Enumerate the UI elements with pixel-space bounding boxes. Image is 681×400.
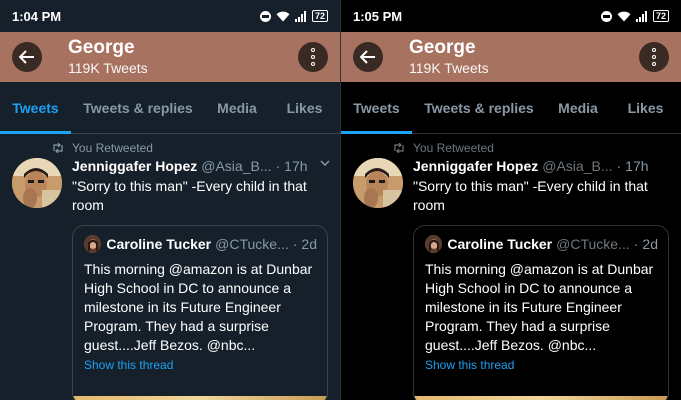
- more-options-button[interactable]: [298, 42, 328, 72]
- wifi-icon: [617, 11, 631, 21]
- tab-tweets-replies[interactable]: Tweets & replies: [412, 82, 546, 133]
- tweet-handle[interactable]: @Asia_B...: [201, 156, 271, 176]
- status-bar: 1:04 PM 72: [0, 0, 340, 32]
- retweet-indicator: You Retweeted: [341, 134, 681, 156]
- signal-icon: [635, 10, 648, 22]
- profile-tabs: Tweets Tweets & replies Media Likes: [341, 82, 681, 134]
- more-vertical-icon: [652, 48, 656, 52]
- signal-icon: [294, 10, 307, 22]
- tweet-author[interactable]: Jenniggafer Hopez: [413, 156, 538, 176]
- status-time: 1:05 PM: [353, 8, 403, 24]
- quote-time: 2d: [301, 236, 317, 252]
- tab-likes[interactable]: Likes: [269, 82, 340, 133]
- back-arrow-icon: [360, 50, 375, 64]
- tweet-header: Jenniggafer Hopez @Asia_B... · 17h: [413, 156, 649, 176]
- wifi-icon: [276, 11, 290, 21]
- retweet-icon: [394, 143, 404, 153]
- screen-dim: 1:04 PM 72 George 119K Tweets Tweets Twe…: [0, 0, 340, 400]
- back-arrow-icon: [19, 50, 34, 64]
- quoted-tweet[interactable]: Caroline Tucker @CTucke... · 2d This mor…: [413, 225, 669, 400]
- back-button[interactable]: [12, 42, 42, 72]
- profile-name: George: [68, 37, 135, 58]
- battery-icon: 72: [311, 10, 328, 22]
- status-time: 1:04 PM: [12, 8, 62, 24]
- status-bar: 1:05 PM 72: [341, 0, 681, 32]
- tweet-text: "Sorry to this man" -Every child in that…: [72, 178, 307, 213]
- tweet-header: Jenniggafer Hopez @Asia_B... · 17h: [72, 156, 308, 176]
- retweet-indicator: You Retweeted: [0, 134, 340, 156]
- header-titles: George 119K Tweets: [409, 37, 639, 77]
- back-button[interactable]: [353, 42, 383, 72]
- tweet-count: 119K Tweets: [68, 60, 148, 76]
- quote-avatar: [425, 235, 443, 253]
- tab-likes[interactable]: Likes: [610, 82, 681, 133]
- profile-name: George: [409, 37, 476, 58]
- dnd-icon: [600, 10, 612, 22]
- tab-tweets[interactable]: Tweets: [341, 82, 412, 134]
- author-avatar[interactable]: [353, 158, 403, 208]
- quote-media-preview[interactable]: [73, 396, 327, 400]
- more-vertical-icon: [311, 48, 315, 52]
- tweet-count: 119K Tweets: [409, 60, 489, 76]
- screen-black: 1:05 PM 72 George 119K Tweets Tweets Twe…: [341, 0, 681, 400]
- quote-author[interactable]: Caroline Tucker: [106, 234, 211, 254]
- show-thread-link[interactable]: Show this thread: [425, 358, 658, 372]
- tab-tweets[interactable]: Tweets: [0, 82, 71, 134]
- tweet[interactable]: Jenniggafer Hopez @Asia_B... · 17h "Sorr…: [0, 156, 340, 400]
- quote-text: This morning @amazon is at Dunbar High S…: [425, 261, 654, 353]
- quote-header: Caroline Tucker @CTucke... · 2d: [84, 234, 317, 254]
- quote-author[interactable]: Caroline Tucker: [447, 234, 552, 254]
- profile-header: George 119K Tweets: [0, 32, 340, 82]
- tweet-time: 17h: [625, 158, 649, 174]
- show-thread-link[interactable]: Show this thread: [84, 358, 317, 372]
- quote-handle[interactable]: @CTucke...: [215, 234, 289, 254]
- quote-handle[interactable]: @CTucke...: [556, 234, 630, 254]
- retweet-label: You Retweeted: [72, 141, 153, 155]
- retweet-label: You Retweeted: [413, 141, 494, 155]
- tweet-text: "Sorry to this man" -Every child in that…: [413, 178, 648, 213]
- tab-media[interactable]: Media: [546, 82, 610, 133]
- quoted-tweet[interactable]: Caroline Tucker @CTucke... · 2d This mor…: [72, 225, 328, 400]
- tweet[interactable]: Jenniggafer Hopez @Asia_B... · 17h "Sorr…: [341, 156, 681, 400]
- avatar-image: [12, 158, 62, 208]
- quote-avatar: [84, 235, 102, 253]
- header-titles: George 119K Tweets: [68, 37, 298, 77]
- quote-text: This morning @amazon is at Dunbar High S…: [84, 261, 313, 353]
- chevron-down-icon[interactable]: [320, 160, 330, 166]
- dnd-icon: [259, 10, 271, 22]
- avatar-image: [353, 158, 403, 208]
- quote-header: Caroline Tucker @CTucke... · 2d: [425, 234, 658, 254]
- status-icons: 72: [600, 10, 669, 22]
- status-icons: 72: [259, 10, 328, 22]
- battery-icon: 72: [652, 10, 669, 22]
- tab-media[interactable]: Media: [205, 82, 269, 133]
- profile-header: George 119K Tweets: [341, 32, 681, 82]
- retweet-icon: [53, 143, 63, 153]
- author-avatar[interactable]: [12, 158, 62, 208]
- tweet-handle[interactable]: @Asia_B...: [542, 156, 612, 176]
- profile-tabs: Tweets Tweets & replies Media Likes: [0, 82, 340, 134]
- quote-time: 2d: [642, 236, 658, 252]
- tweet-author[interactable]: Jenniggafer Hopez: [72, 156, 197, 176]
- more-options-button[interactable]: [639, 42, 669, 72]
- quote-media-preview[interactable]: [414, 396, 668, 400]
- tab-tweets-replies[interactable]: Tweets & replies: [71, 82, 205, 133]
- tweet-time: 17h: [284, 158, 308, 174]
